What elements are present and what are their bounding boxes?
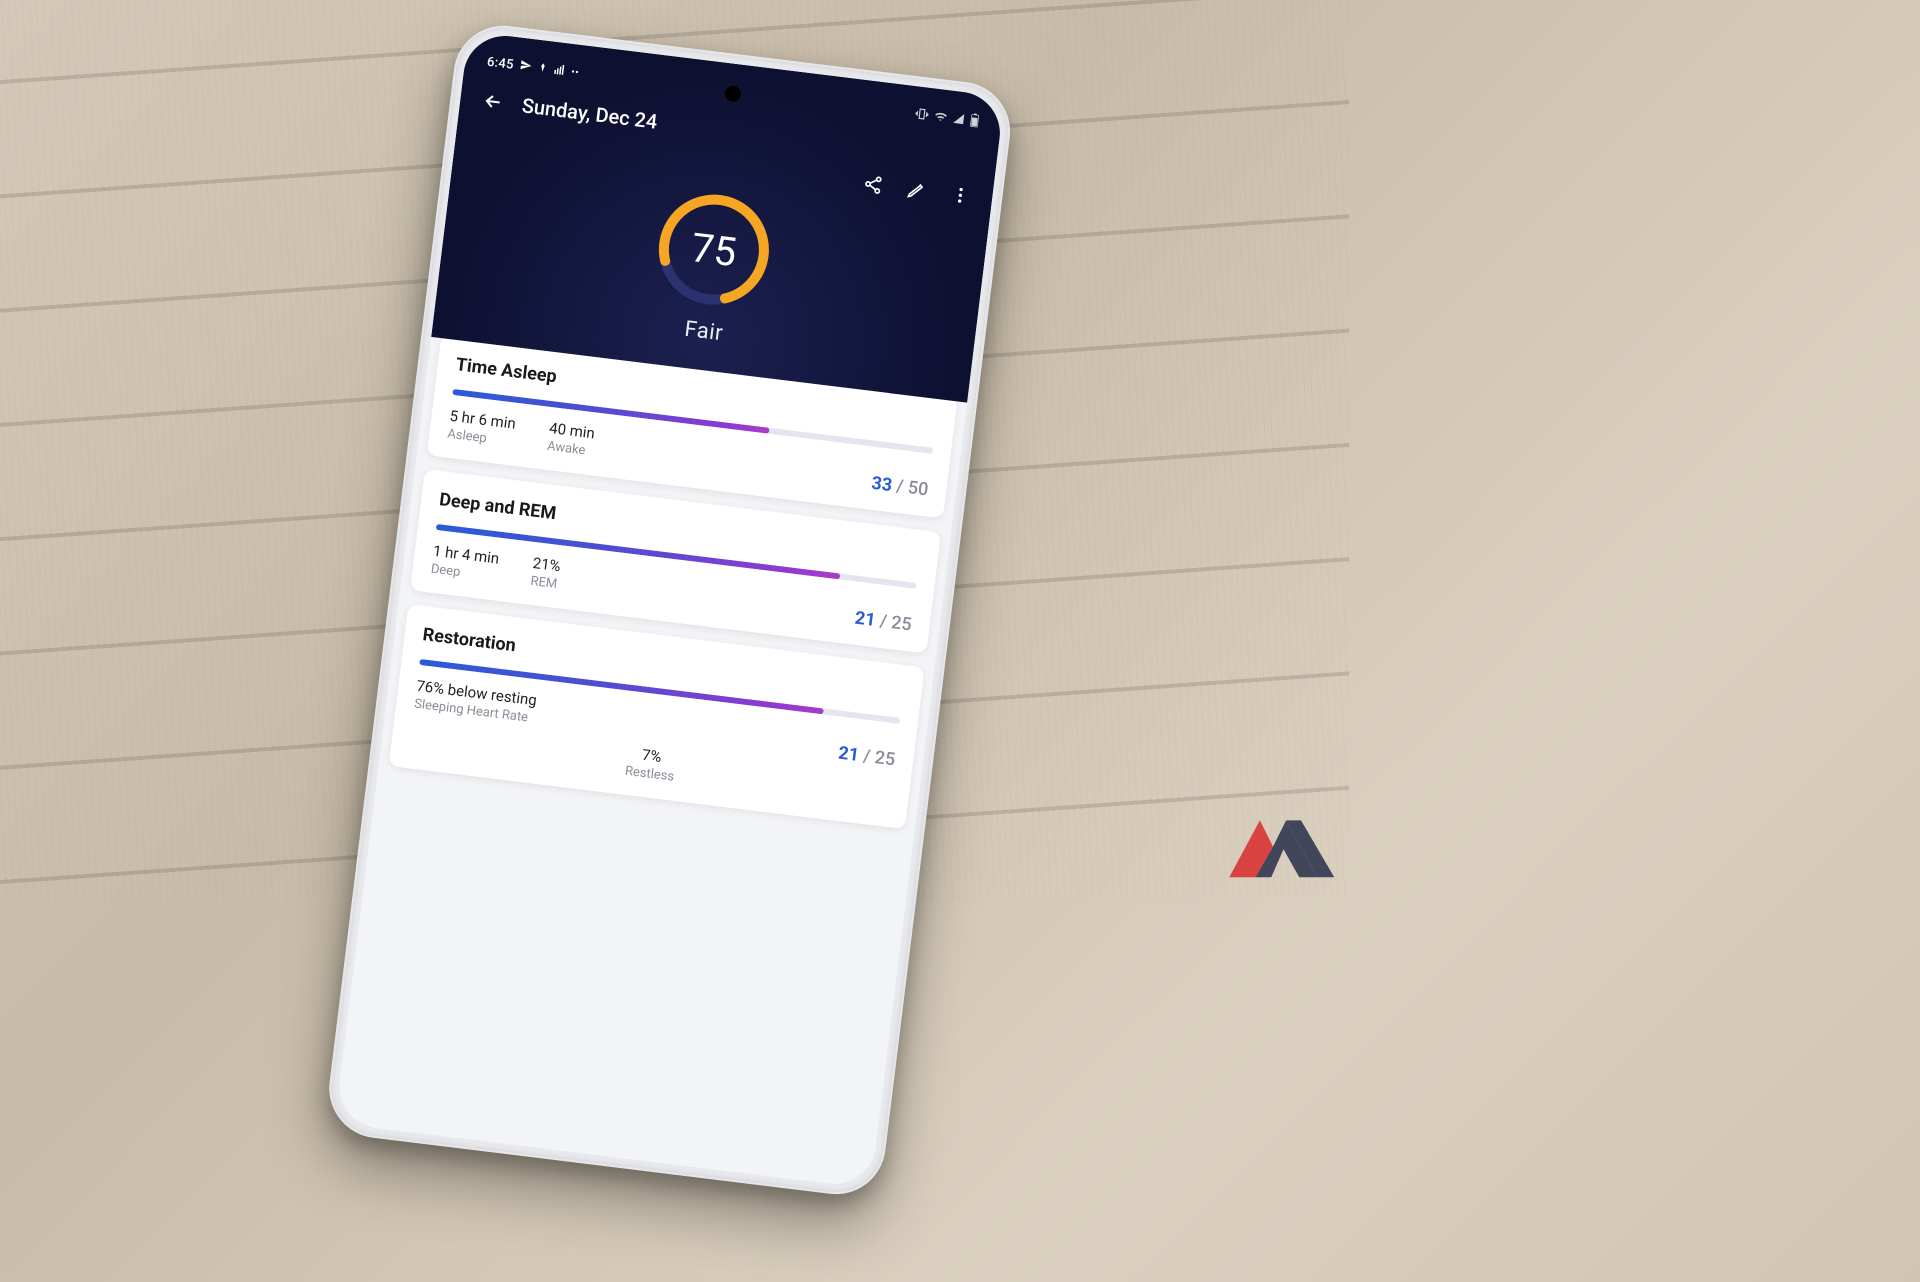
card-fraction: 21 / 25 — [854, 608, 913, 636]
battery-icon — [968, 113, 980, 131]
card-fraction: 33 / 50 — [870, 473, 929, 501]
phone-screen: 6:45 •• — [335, 31, 1005, 1189]
watermark-logo — [1203, 806, 1343, 896]
stat-asleep: 5 hr 6 min Asleep — [447, 407, 517, 450]
dots-icon: •• — [571, 67, 580, 79]
share-icon[interactable] — [862, 173, 884, 195]
stat-rem: 21% REM — [530, 554, 562, 592]
signal-bars-icon — [552, 62, 566, 79]
score-ring[interactable]: 75 — [647, 183, 781, 317]
score-label: Fair — [683, 317, 724, 347]
stat-heart-rate: 76% below resting Sleeping Heart Rate — [413, 677, 537, 726]
phone-frame: 6:45 •• — [324, 20, 1016, 1200]
cards-list: Time Asleep 5 hr 6 min Asleep 40 min — [376, 323, 969, 850]
app-header: 6:45 •• — [431, 31, 1005, 403]
stat-awake: 40 min Awake — [546, 419, 596, 459]
stat-restless: 7% Restless — [624, 744, 677, 785]
send-icon — [519, 58, 533, 75]
cell-signal-icon — [952, 112, 966, 128]
score-value: 75 — [647, 183, 781, 317]
card-fraction: 21 / 25 — [837, 743, 896, 771]
wifi-icon — [933, 109, 949, 128]
status-time: 6:45 — [486, 55, 514, 73]
more-icon[interactable] — [949, 184, 971, 206]
back-button[interactable] — [481, 89, 506, 114]
edit-icon[interactable] — [906, 179, 928, 201]
stat-deep: 1 hr 4 min Deep — [430, 542, 500, 585]
vibrate-icon — [914, 106, 930, 125]
diamond-icon — [537, 61, 549, 77]
